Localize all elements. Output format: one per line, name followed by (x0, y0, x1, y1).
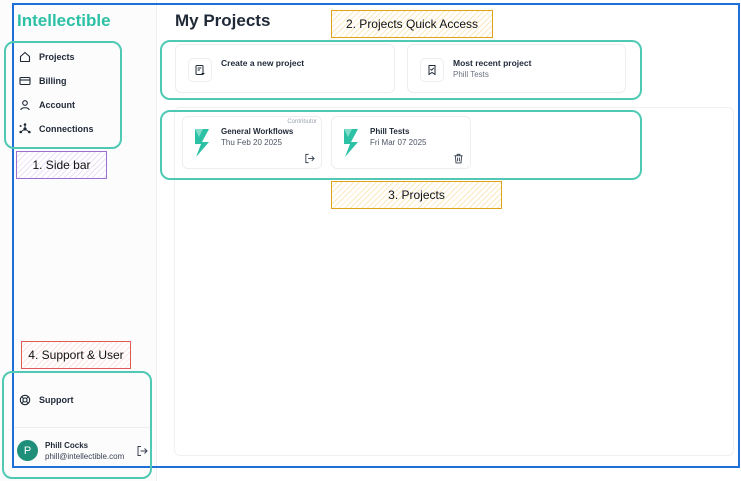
app: Intellectible Projects Billing Account C… (0, 0, 741, 481)
quick-access-highlight (160, 40, 642, 100)
annotation-support-user: 4. Support & User (21, 341, 131, 369)
annotation-quick-access: 2. Projects Quick Access (331, 10, 493, 38)
sidebar-highlight (4, 41, 122, 149)
projects-highlight (160, 110, 642, 180)
annotation-sidebar: 1. Side bar (16, 151, 107, 179)
annotation-projects: 3. Projects (331, 181, 502, 209)
support-user-highlight (2, 371, 152, 479)
